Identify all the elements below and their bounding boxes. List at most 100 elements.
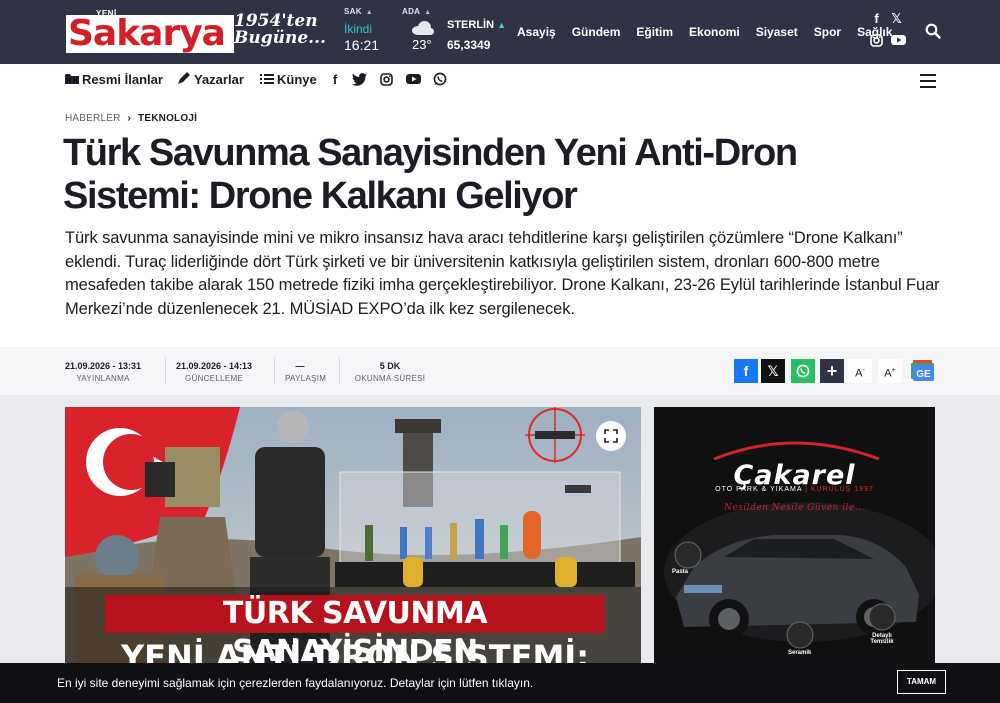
hero-image[interactable]: TÜRK SAVUNMA SANAYİSİNDEN YENİ ANTİ-DRON… (65, 407, 641, 663)
logo-wordmark: Sakarya (66, 15, 234, 53)
ad-subtitle: OTO PARK & YIKAMA | KURULUŞ 1997 (715, 486, 874, 493)
nav-item-siyaset[interactable]: Siyaset (756, 25, 798, 39)
instagram-icon[interactable] (378, 72, 394, 89)
ad-tag-seramik: Seramik (788, 650, 812, 656)
meta-published: 21.09.2026 - 13:31 YAYINLANMA (65, 361, 141, 383)
logo-slogan: 1954'ten Bugüne... (234, 13, 342, 47)
instagram-icon[interactable] (869, 34, 884, 48)
x-icon[interactable]: 𝕏 (889, 12, 904, 26)
published-label: YAYINLANMA (76, 374, 130, 383)
shares-label: PAYLAŞIM (285, 374, 327, 383)
search-icon[interactable] (925, 23, 941, 39)
updated-label: GÜNCELLEME (184, 374, 244, 383)
twitter-icon[interactable] (351, 72, 367, 89)
meta-read-time: 5 DK OKUNMA SÜRESİ (353, 361, 427, 383)
cloud-sun-icon (412, 21, 434, 35)
weather-city-switch-icon[interactable]: ▲ (424, 9, 431, 16)
youtube-icon[interactable] (891, 34, 906, 48)
font-decrease-button[interactable]: A- (848, 359, 872, 383)
published-date: 21.09.2026 - 13:31 (65, 361, 142, 371)
share-x-button[interactable]: 𝕏 (761, 359, 785, 383)
pen-icon (177, 72, 191, 84)
facebook-icon[interactable]: f (327, 72, 343, 87)
svg-text:GE: GE (916, 369, 931, 380)
meta-divider (165, 357, 166, 385)
meta-divider (339, 357, 340, 385)
secondary-bar: Resmi İlanlar Yazarlar Künye f (0, 64, 1000, 96)
font-decrease-label: A (855, 367, 863, 380)
weather-widget[interactable]: ADA ▲ 23° (402, 7, 446, 52)
cookie-message[interactable]: En iyi site deneyimi sağlamak için çerez… (57, 676, 533, 690)
prayer-name: İkindi (344, 22, 373, 36)
chevron-right-icon: › (127, 113, 132, 124)
weather-temperature: 23° (412, 37, 432, 52)
ad-tag-pasta: Pasta (672, 569, 689, 575)
meta-updated: 21.09.2026 - 14:13 GÜNCELLEME (176, 361, 252, 383)
plus-icon: + (826, 361, 838, 381)
facebook-icon[interactable]: f (869, 12, 884, 26)
fullscreen-button[interactable] (596, 421, 626, 451)
official-ads-label: Resmi İlanlar (82, 72, 163, 87)
share-whatsapp-button[interactable] (791, 359, 815, 383)
official-ads-link[interactable]: Resmi İlanlar (65, 72, 163, 87)
header-social-links: f 𝕏 (869, 12, 911, 50)
meta-divider (274, 357, 275, 385)
font-increase-label: A (884, 367, 892, 380)
ad-slogan: Nesilden Nesile Güven ile... (724, 503, 865, 513)
weather-city: ADA (402, 7, 421, 16)
site-logo[interactable]: YENİ Sakarya (66, 9, 234, 55)
breadcrumb-home[interactable]: HABERLER (65, 113, 121, 124)
folder-icon (65, 73, 79, 85)
article-title: Türk Savunma Sanayisinden Yeni Anti-Dron… (63, 132, 798, 217)
facebook-icon: f (743, 363, 749, 379)
x-icon: 𝕏 (767, 363, 779, 379)
read-time-label: OKUNMA SÜRESİ (354, 374, 426, 383)
hero-headline-line-1: TÜRK SAVUNMA SANAYİSİNDEN (105, 595, 605, 663)
currency-value: 65,3349 (447, 38, 491, 52)
youtube-icon[interactable] (405, 72, 421, 88)
prayer-city: SAK (344, 7, 362, 16)
cookie-consent-bar: En iyi site deneyimi sağlamak için çerez… (0, 663, 1000, 703)
imprint-link[interactable]: Künye (260, 72, 317, 87)
writers-link[interactable]: Yazarlar (177, 72, 244, 87)
cookie-accept-button[interactable]: TAMAM (897, 670, 946, 694)
prayer-time: 16:21 (344, 37, 380, 53)
ad-subtitle-left: OTO PARK & YIKAMA (715, 486, 803, 493)
slogan-line-2: Bugüne... (234, 28, 326, 48)
ad-subtitle-right: KURULUŞ 1997 (810, 486, 874, 493)
meta-shares: — PAYLAŞIM (285, 361, 327, 383)
share-more-button[interactable]: + (820, 359, 844, 383)
breadcrumb: HABERLER › TEKNOLOJİ (65, 113, 197, 124)
currency-name: STERLİN (447, 19, 495, 31)
prayer-time-widget[interactable]: SAK ▲ İkindi 16:21 (344, 7, 394, 53)
top-navbar: YENİ Sakarya 1954'ten Bugüne... SAK ▲ İki… (0, 0, 1000, 64)
nav-item-asayis[interactable]: Asayiş (517, 25, 556, 39)
nav-item-gundem[interactable]: Gündem (572, 25, 621, 39)
google-news-icon[interactable]: GE (910, 359, 935, 383)
share-count: — (295, 361, 305, 371)
updated-date: 21.09.2026 - 14:13 (176, 361, 253, 371)
advertisement-banner[interactable]: Çakarel OTO PARK & YIKAMA | KURULUŞ 1997… (654, 407, 935, 663)
font-increase-button[interactable]: A+ (878, 359, 902, 383)
nav-item-spor[interactable]: Spor (814, 25, 841, 39)
nav-item-egitim[interactable]: Eğitim (636, 25, 673, 39)
currency-widget[interactable]: STERLİN ▲ 65,3349 (447, 15, 509, 52)
whatsapp-icon (796, 364, 810, 378)
expand-icon (604, 429, 618, 443)
imprint-label: Künye (277, 72, 317, 87)
read-time: 5 DK (379, 361, 401, 371)
share-facebook-button[interactable]: f (734, 359, 758, 383)
ad-tag-detail: Detaylı Temizlik (870, 633, 894, 645)
whatsapp-icon[interactable] (432, 72, 448, 89)
nav-item-ekonomi[interactable]: Ekonomi (689, 25, 740, 39)
list-icon (260, 73, 274, 85)
breadcrumb-current[interactable]: TEKNOLOJİ (138, 113, 197, 124)
article-summary: Türk savunma sanayisinde mini ve mikro i… (65, 229, 940, 318)
menu-hamburger-icon[interactable] (920, 74, 936, 88)
main-nav: Asayiş Gündem Eğitim Ekonomi Siyaset Spo… (517, 25, 892, 39)
ad-car-illustration (664, 441, 935, 649)
writers-label: Yazarlar (194, 72, 244, 87)
trend-up-icon: ▲ (497, 20, 506, 30)
city-switch-icon[interactable]: ▲ (366, 9, 373, 16)
hero-headline-line-2: YENİ ANTİ-DRON SİSTEMİ: (121, 638, 589, 663)
